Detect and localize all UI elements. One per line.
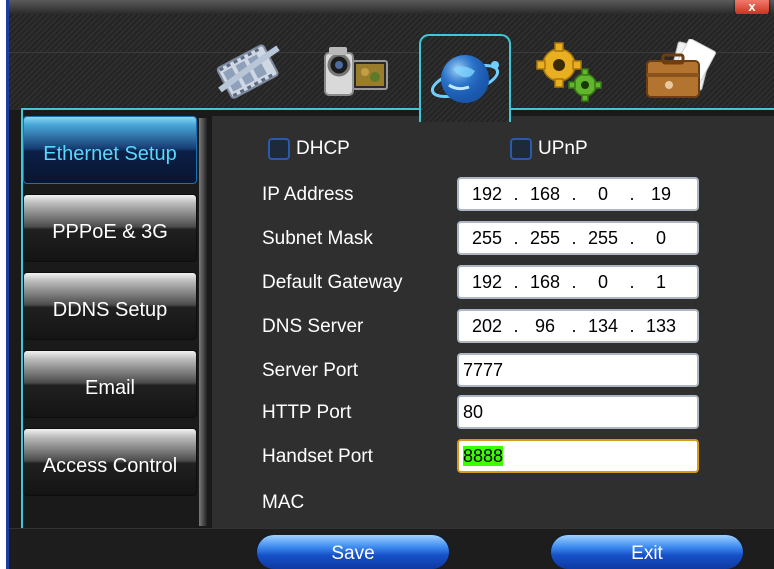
sidebar-item-label: DDNS Setup	[52, 298, 168, 321]
ip-octet: 0	[655, 227, 666, 248]
tab-camera[interactable]	[311, 34, 399, 110]
server-port-label: Server Port	[262, 360, 359, 381]
sidebar: Ethernet Setup PPPoE & 3G DDNS Setup Ema…	[23, 116, 197, 506]
sidebar-item-label: PPPoE & 3G	[52, 220, 168, 243]
ip-octet: 255	[587, 227, 619, 248]
http-port-value: 80	[463, 402, 484, 422]
ip-dot: .	[571, 271, 577, 292]
tab-system[interactable]	[525, 34, 613, 110]
sidebar-item-ethernet-setup[interactable]: Ethernet Setup	[23, 116, 197, 184]
ip-octet: 255	[529, 227, 561, 248]
default-gateway-field[interactable]: 192. 168. 0. 1	[457, 265, 699, 299]
sidebar-item-label: Email	[84, 376, 135, 399]
sidebar-divider	[199, 118, 207, 526]
mac-label: MAC	[262, 492, 305, 513]
upnp-label: UPnP	[538, 138, 588, 159]
dns-server-field[interactable]: 202. 96. 134. 133	[457, 309, 699, 343]
upnp-checkbox[interactable]	[510, 138, 532, 160]
dhcp-checkbox[interactable]	[268, 138, 290, 160]
ip-octet: 168	[529, 271, 561, 292]
ip-octet: 1	[655, 271, 666, 292]
tab-network[interactable]	[419, 34, 511, 122]
exit-button[interactable]: Exit	[551, 535, 743, 569]
sidebar-item-email[interactable]: Email	[23, 350, 197, 418]
handset-port-label: Handset Port	[262, 446, 373, 467]
ip-dot: .	[513, 183, 519, 204]
ip-dot: .	[629, 315, 635, 336]
ip-dot: .	[513, 227, 519, 248]
ip-octet: 0	[597, 183, 608, 204]
ip-dot: .	[571, 227, 577, 248]
tab-record[interactable]	[205, 34, 293, 110]
handset-port-field[interactable]: 8888	[457, 439, 699, 473]
briefcase-icon	[646, 39, 716, 98]
ip-octet: 192	[471, 183, 503, 204]
ip-dot: .	[513, 271, 519, 292]
network-config-window: x Ethernet Setup PPPoE & 3G DDNS Setup E…	[6, 0, 774, 569]
title-bar	[9, 0, 774, 14]
ip-dot: .	[629, 227, 635, 248]
http-port-field[interactable]: 80	[457, 395, 699, 429]
main-tabs	[205, 14, 765, 122]
dns-server-label: DNS Server	[262, 316, 364, 337]
http-port-label: HTTP Port	[262, 402, 352, 423]
save-button[interactable]: Save	[257, 535, 449, 569]
film-reel-icon	[216, 44, 280, 99]
ip-octet: 19	[650, 183, 672, 204]
bottom-bar: Save Exit	[9, 528, 774, 569]
ip-dot: .	[629, 271, 635, 292]
tab-info[interactable]	[635, 34, 723, 110]
handset-port-value: 8888	[463, 446, 504, 466]
ip-octet: 202	[471, 315, 503, 336]
subnet-mask-label: Subnet Mask	[262, 228, 373, 249]
ip-octet: 133	[645, 315, 677, 336]
ip-octet: 255	[471, 227, 503, 248]
ip-dot: .	[571, 315, 577, 336]
sidebar-item-access-control[interactable]: Access Control	[23, 428, 197, 496]
ip-octet: 192	[471, 271, 503, 292]
dhcp-label: DHCP	[296, 138, 350, 159]
ip-octet: 96	[534, 315, 556, 336]
ip-octet: 168	[529, 183, 561, 204]
ip-address-field[interactable]: 192. 168. 0. 19	[457, 177, 699, 211]
gears-icon	[536, 42, 602, 102]
ip-address-label: IP Address	[262, 184, 354, 205]
default-gateway-label: Default Gateway	[262, 272, 403, 293]
globe-network-icon	[430, 55, 500, 103]
ip-octet: 0	[597, 271, 608, 292]
sidebar-item-label: Access Control	[42, 454, 178, 477]
camcorder-icon	[324, 47, 388, 96]
sidebar-item-pppoe-3g[interactable]: PPPoE & 3G	[23, 194, 197, 262]
content-frame-top	[21, 108, 774, 110]
subnet-mask-field[interactable]: 255. 255. 255. 0	[457, 221, 699, 255]
sidebar-item-ddns-setup[interactable]: DDNS Setup	[23, 272, 197, 340]
ethernet-settings-panel: DHCP UPnP IP Address 192. 168. 0. 19 Sub…	[212, 116, 774, 528]
ip-octet: 134	[587, 315, 619, 336]
ip-dot: .	[513, 315, 519, 336]
ip-dot: .	[629, 183, 635, 204]
ip-dot: .	[571, 183, 577, 204]
sidebar-item-label: Ethernet Setup	[43, 142, 177, 165]
server-port-field[interactable]: 7777	[457, 353, 699, 387]
